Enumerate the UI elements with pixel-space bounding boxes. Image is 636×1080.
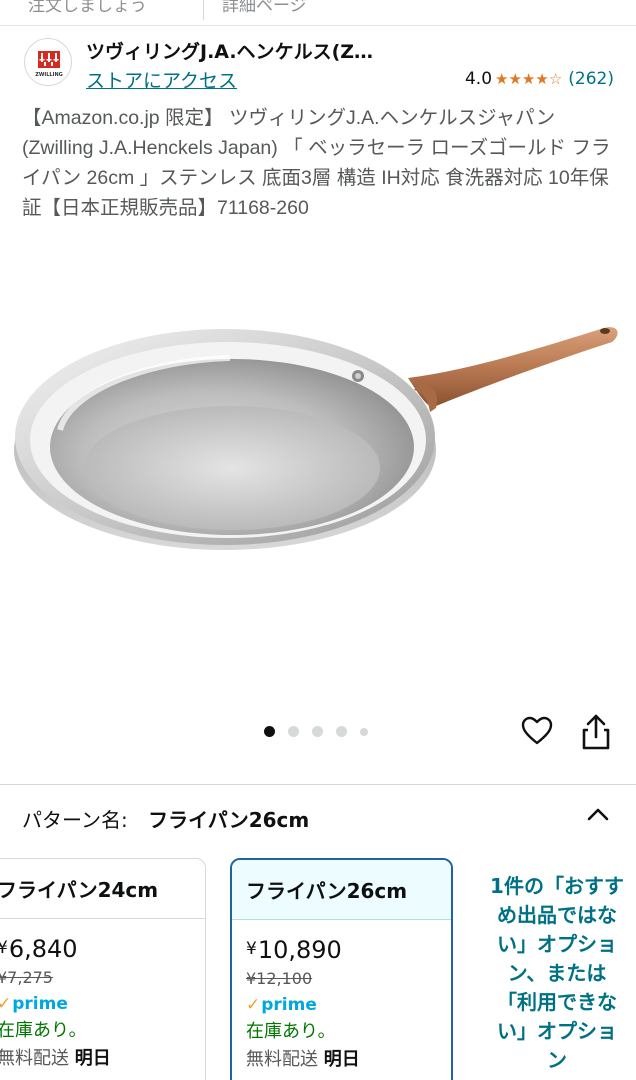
- rating-stars: ★ ★ ★ ★ ☆: [495, 69, 563, 88]
- image-carousel-dots[interactable]: [264, 726, 368, 737]
- delivery-info: 無料配送 明日: [246, 1049, 360, 1070]
- other-options-link[interactable]: 1件の「おすすめ出品ではない」オプション、または「利用できない」オプション: [489, 872, 625, 1075]
- top-cut-text-right: 詳細ページ: [222, 0, 307, 16]
- prime-check-icon: ✓: [0, 994, 11, 1014]
- store-name: ツヴィリングJ.A.ヘンケルス(Z…: [86, 41, 374, 63]
- store-rating[interactable]: 4.0 ★ ★ ★ ★ ☆ (262): [465, 69, 614, 89]
- option-card-24cm[interactable]: フライパン24cm ¥6,840 ¥7,275 ✓prime 在庫あり。 無料配…: [0, 858, 206, 1080]
- svg-text:ZWILLING: ZWILLING: [35, 72, 63, 78]
- delivery-info: 無料配送 明日: [0, 1048, 111, 1069]
- share-icon: [582, 714, 610, 750]
- visit-store-link[interactable]: ストアにアクセス: [86, 66, 237, 93]
- store-row: ZWILLING ツヴィリングJ.A.ヘンケルス(Z… ストアにアクセス 4.0…: [0, 26, 636, 98]
- zwilling-logo[interactable]: ZWILLING: [24, 38, 72, 86]
- option-name: フライパン26cm: [232, 860, 451, 920]
- carousel-dot[interactable]: [288, 726, 299, 737]
- stock-status: 在庫あり。: [0, 1020, 87, 1041]
- star-filled-icon: ★: [521, 69, 536, 88]
- prime-badge: ✓prime: [246, 995, 317, 1015]
- collapse-button[interactable]: [582, 800, 614, 832]
- pattern-selector-header[interactable]: パターン名: フライパン26cm: [22, 804, 614, 838]
- carousel-dot[interactable]: [264, 726, 275, 737]
- add-to-list-button[interactable]: [521, 716, 553, 748]
- top-divider: [203, 0, 204, 20]
- product-image[interactable]: [0, 300, 636, 590]
- star-filled-icon: ★: [535, 69, 549, 88]
- pattern-selected-value: フライパン26cm: [148, 808, 310, 832]
- option-list-price: ¥12,100: [246, 969, 313, 988]
- share-button[interactable]: [579, 713, 613, 751]
- prime-badge: ✓prime: [0, 991, 205, 1017]
- option-name: フライパン24cm: [0, 859, 205, 919]
- star-empty-icon: ☆: [548, 69, 563, 88]
- prime-check-icon: ✓: [246, 995, 261, 1015]
- product-title: 【Amazon.co.jp 限定】 ツヴィリングJ.A.ヘンケルスジャパン(Zw…: [22, 107, 611, 219]
- option-list-price: ¥7,275: [0, 968, 53, 987]
- rating-value: 4.0: [464, 69, 493, 89]
- heart-icon: [521, 716, 553, 745]
- pattern-label: パターン名:: [22, 808, 128, 832]
- option-card-26cm[interactable]: フライパン26cm ¥10,890 ¥12,100 ✓prime 在庫あり。 無…: [230, 858, 453, 1080]
- option-price: ¥6,840: [0, 935, 78, 963]
- star-filled-icon: ★: [508, 69, 522, 88]
- section-divider: [0, 784, 636, 785]
- carousel-dot[interactable]: [360, 727, 368, 736]
- chevron-up-icon: [587, 808, 609, 821]
- top-cut-off-bar: 注文しましょう 詳細ページ: [0, 0, 636, 26]
- stock-status: 在庫あり。: [246, 1021, 336, 1042]
- carousel-dot[interactable]: [336, 726, 347, 737]
- top-cut-text-left: 注文しましょう: [28, 0, 147, 16]
- review-count-link[interactable]: (262): [568, 69, 614, 89]
- star-filled-icon: ★: [495, 69, 509, 88]
- carousel-dot[interactable]: [312, 726, 323, 737]
- option-price: ¥10,890: [246, 936, 342, 964]
